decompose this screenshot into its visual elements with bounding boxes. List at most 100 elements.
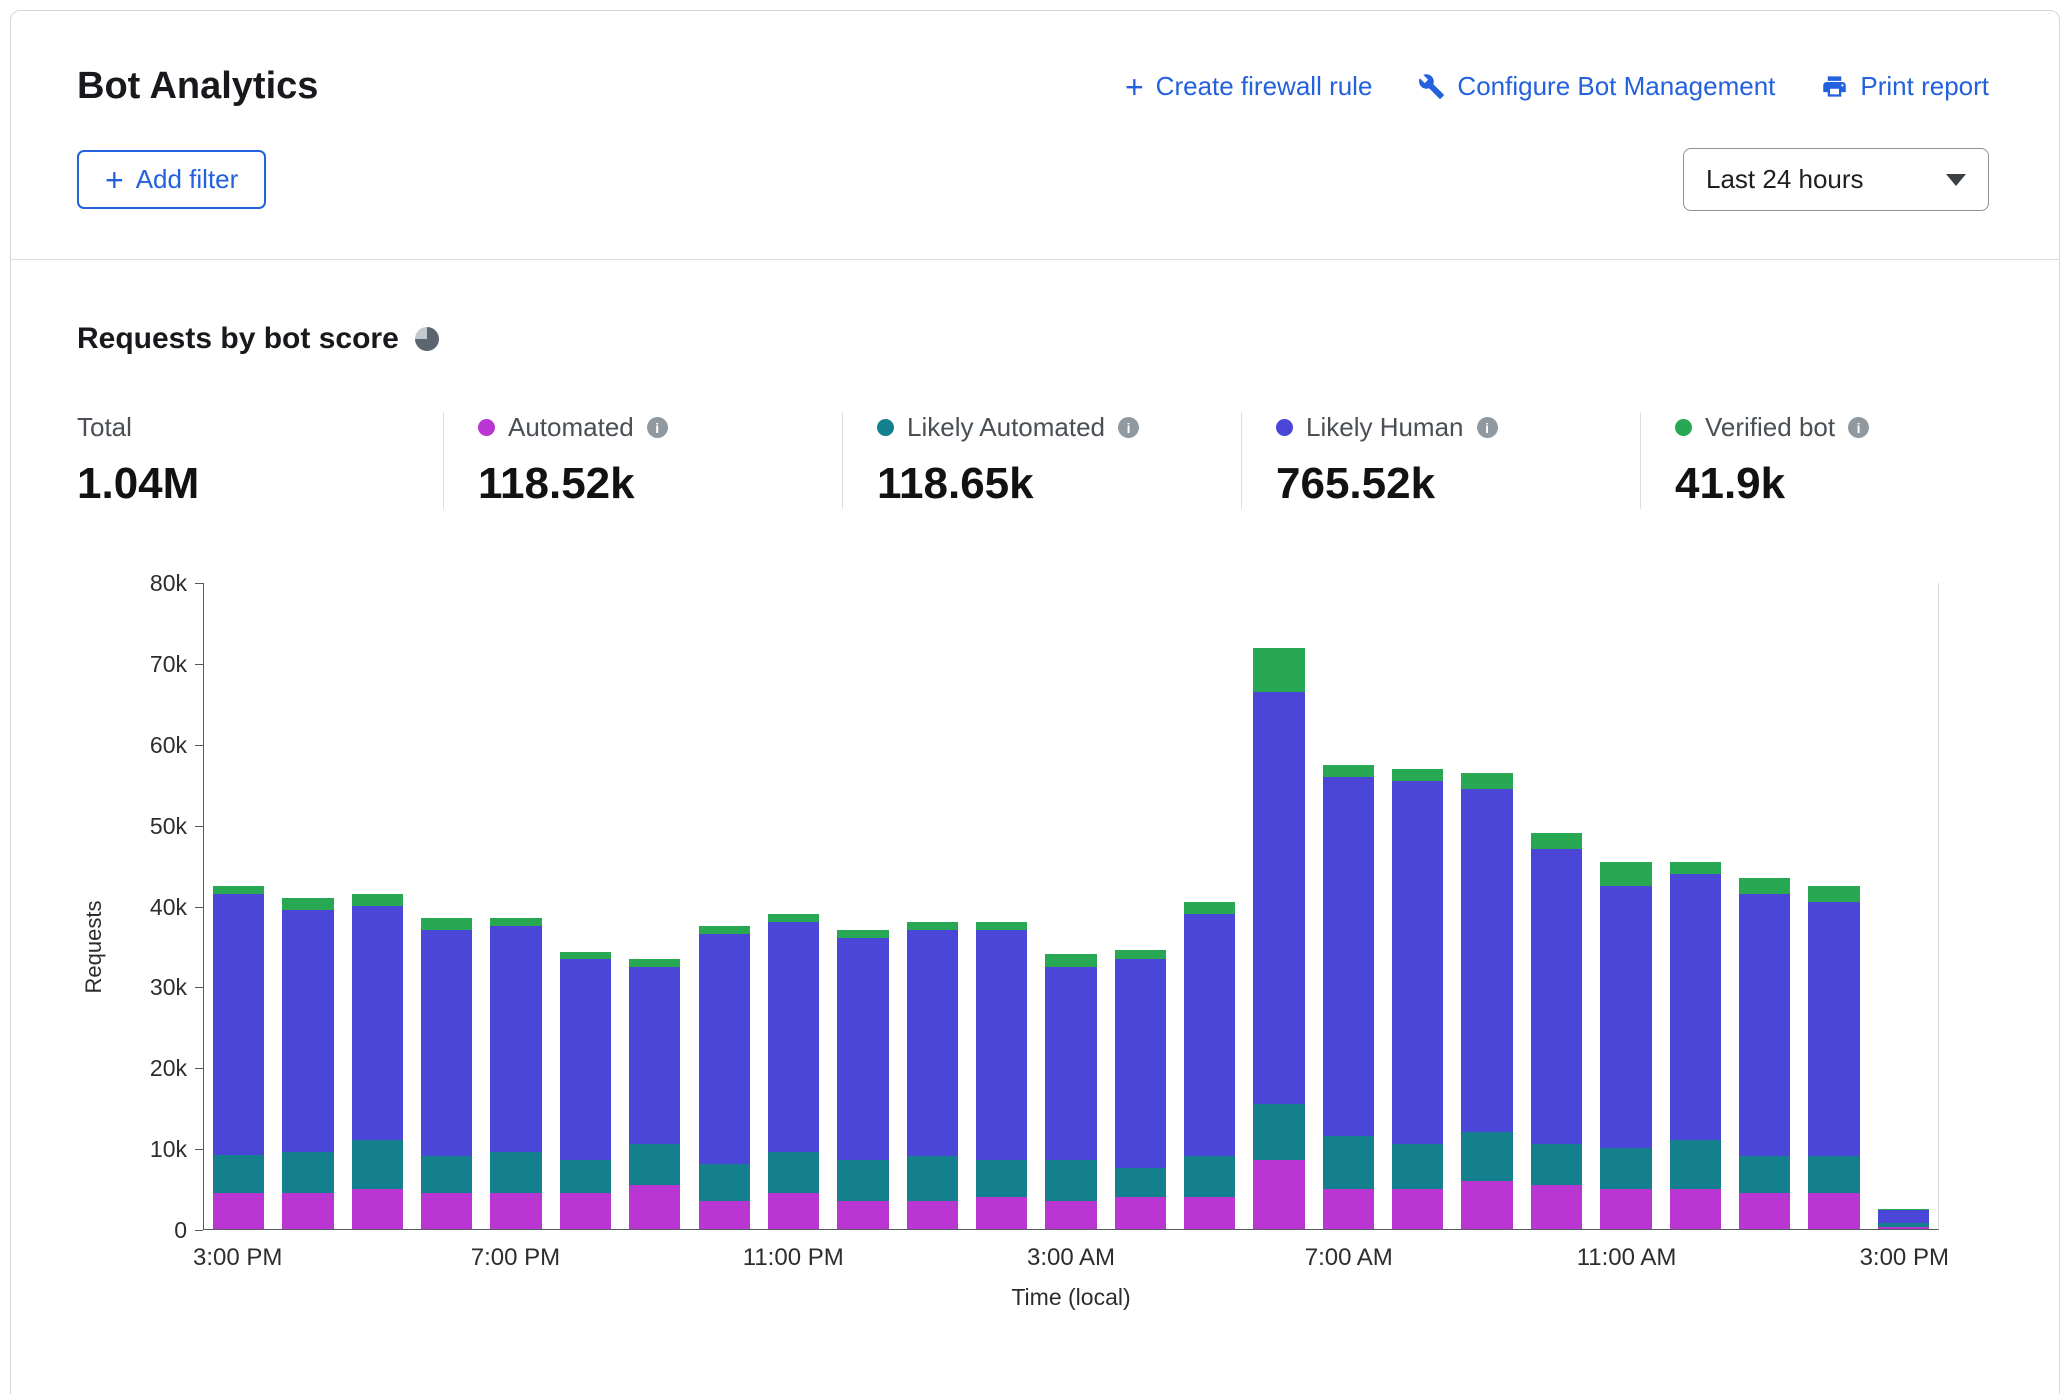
bar-segment-likely_automated (976, 1160, 1027, 1196)
bar-segment-likely_human (1184, 914, 1235, 1156)
configure-bot-management-link[interactable]: Configure Bot Management (1418, 71, 1775, 102)
bar-segment-automated (1461, 1181, 1512, 1229)
stacked-bar[interactable] (1808, 583, 1859, 1229)
printer-icon (1821, 73, 1848, 100)
bar-segment-likely_automated (907, 1156, 958, 1200)
bar-segment-likely_human (976, 930, 1027, 1160)
info-icon[interactable]: i (1848, 417, 1869, 438)
bar-segment-likely_human (1253, 692, 1304, 1104)
bar-segment-verified_bot (1392, 769, 1443, 781)
stat-verified-bot-value: 41.9k (1675, 459, 2039, 509)
plus-icon: + (105, 169, 124, 191)
bar-segment-likely_human (907, 930, 958, 1156)
print-report-link[interactable]: Print report (1821, 71, 1989, 102)
stacked-bar[interactable] (1045, 583, 1096, 1229)
legend-dot-likely-automated (877, 419, 894, 436)
stacked-bar[interactable] (352, 583, 403, 1229)
bar-segment-automated (837, 1201, 888, 1229)
add-filter-button[interactable]: + Add filter (77, 150, 266, 209)
bar-slot (759, 583, 828, 1229)
stacked-bar[interactable] (1323, 583, 1374, 1229)
bar-segment-likely_human (1739, 894, 1790, 1156)
bar-slot (481, 583, 550, 1229)
bar-segment-likely_automated (1670, 1140, 1721, 1188)
bar-slot (1244, 583, 1313, 1229)
y-axis-title: Requests (81, 901, 107, 994)
stacked-bar[interactable] (1670, 583, 1721, 1229)
stacked-bar[interactable] (699, 583, 750, 1229)
stacked-bar[interactable] (421, 583, 472, 1229)
bar-segment-likely_automated (768, 1152, 819, 1192)
x-axis-title: Time (local) (203, 1284, 1939, 1311)
bar-segment-automated (1531, 1185, 1582, 1229)
bar-segment-verified_bot (1323, 765, 1374, 777)
bar-segment-likely_human (1045, 967, 1096, 1161)
bar-segment-likely_automated (1600, 1148, 1651, 1188)
info-icon[interactable]: i (647, 417, 668, 438)
stacked-bar[interactable] (1600, 583, 1651, 1229)
bar-segment-likely_automated (490, 1152, 541, 1192)
y-tick-mark (195, 1068, 203, 1069)
bar-segment-automated (1045, 1201, 1096, 1229)
stacked-bar[interactable] (560, 583, 611, 1229)
stacked-bar[interactable] (1184, 583, 1235, 1229)
bar-segment-verified_bot (629, 959, 680, 967)
stacked-bar[interactable] (629, 583, 680, 1229)
stacked-bar[interactable] (213, 583, 264, 1229)
stacked-bar[interactable] (1878, 583, 1929, 1229)
bar-segment-verified_bot (699, 926, 750, 934)
bar-segment-automated (1600, 1189, 1651, 1229)
stacked-bar[interactable] (1115, 583, 1166, 1229)
stacked-bar[interactable] (282, 583, 333, 1229)
bar-segment-likely_human (560, 959, 611, 1161)
bar-slot (898, 583, 967, 1229)
plus-icon: + (1125, 76, 1144, 98)
create-firewall-rule-link[interactable]: + Create firewall rule (1125, 71, 1372, 102)
bar-segment-verified_bot (282, 898, 333, 910)
bar-segment-automated (352, 1189, 403, 1229)
bar-slot (204, 583, 273, 1229)
bar-segment-likely_human (699, 934, 750, 1164)
stat-automated-label: Automated (508, 412, 634, 443)
stacked-bar[interactable] (490, 583, 541, 1229)
info-icon[interactable]: i (1477, 417, 1498, 438)
bar-segment-automated (768, 1193, 819, 1229)
stacked-bar[interactable] (976, 583, 1027, 1229)
time-range-value: Last 24 hours (1706, 164, 1864, 195)
stacked-bar[interactable] (1392, 583, 1443, 1229)
bar-segment-likely_automated (1739, 1156, 1790, 1192)
bar-slot (1799, 583, 1868, 1229)
stat-verified-bot-label: Verified bot (1705, 412, 1835, 443)
bar-segment-automated (1808, 1193, 1859, 1229)
bar-segment-automated (213, 1193, 264, 1229)
bar-segment-automated (907, 1201, 958, 1229)
bar-slot (551, 583, 620, 1229)
stacked-bar[interactable] (768, 583, 819, 1229)
stacked-bar[interactable] (1739, 583, 1790, 1229)
stacked-bar[interactable] (1253, 583, 1304, 1229)
stat-automated: Automated i 118.52k (443, 412, 842, 509)
bar-slot (412, 583, 481, 1229)
time-range-select[interactable]: Last 24 hours (1683, 148, 1989, 211)
bar-segment-verified_bot (1739, 878, 1790, 894)
bar-segment-likely_automated (213, 1155, 264, 1193)
create-firewall-rule-label: Create firewall rule (1156, 71, 1373, 102)
y-tick-mark (195, 583, 203, 584)
bar-segment-likely_human (1600, 886, 1651, 1148)
stacked-bar[interactable] (1531, 583, 1582, 1229)
bar-segment-likely_human (1323, 777, 1374, 1136)
bar-segment-automated (1878, 1227, 1929, 1229)
stacked-bar[interactable] (907, 583, 958, 1229)
x-tick-label: 3:00 PM (1860, 1244, 1949, 1272)
bar-segment-verified_bot (1600, 862, 1651, 886)
bar-segment-likely_automated (282, 1152, 333, 1192)
bar-segment-verified_bot (837, 930, 888, 938)
stacked-bar[interactable] (837, 583, 888, 1229)
bar-segment-verified_bot (768, 914, 819, 922)
bar-segment-likely_human (1115, 959, 1166, 1169)
section-title: Requests by bot score (77, 322, 399, 356)
stacked-bar[interactable] (1461, 583, 1512, 1229)
legend-dot-likely-human (1276, 419, 1293, 436)
info-icon[interactable]: i (1118, 417, 1139, 438)
bar-segment-likely_human (1878, 1210, 1929, 1223)
